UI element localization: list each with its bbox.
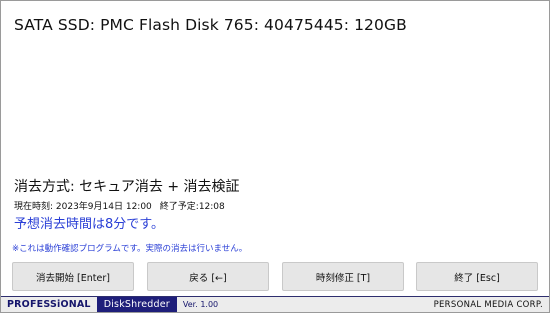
action-button-row: 消去開始 [Enter] 戻る [←] 時刻修正 [T] 終了 [Esc] [12, 262, 540, 291]
company-name: PERSONAL MEDIA CORP. [433, 299, 543, 310]
estimated-time-message: 予想消去時間は8分です。 [14, 217, 164, 232]
disk-title: SATA SSD: PMC Flash Disk 765: 40475445: … [14, 16, 407, 34]
professional-label: PROFESSiONAL [7, 299, 91, 310]
end-time: 終了予定:12:08 [159, 202, 225, 212]
product-brand: PROFESSiONAL DiskShredder Ver. 1.00 [1, 297, 218, 312]
start-erase-button[interactable]: 消去開始 [Enter] [12, 262, 134, 291]
shredder-screen: SATA SSD: PMC Flash Disk 765: 40475445: … [0, 0, 550, 313]
adjust-time-button[interactable]: 時刻修正 [T] [282, 262, 404, 291]
current-time: 現在時刻: 2023年9月14日 12:00 [14, 202, 152, 212]
quit-button[interactable]: 終了 [Esc] [416, 262, 538, 291]
footer-bar: PROFESSiONAL DiskShredder Ver. 1.00 PERS… [1, 296, 549, 312]
product-name: DiskShredder [96, 297, 177, 312]
test-mode-notice: ※これは動作確認プログラムです。実際の消去は行いません。 [12, 244, 248, 254]
erase-method-label: 消去方式: セキュア消去 + 消去検証 [14, 179, 240, 195]
time-info: 現在時刻: 2023年9月14日 12:00 終了予定:12:08 [14, 199, 225, 212]
back-button[interactable]: 戻る [←] [147, 262, 269, 291]
version-label: Ver. 1.00 [182, 300, 219, 309]
